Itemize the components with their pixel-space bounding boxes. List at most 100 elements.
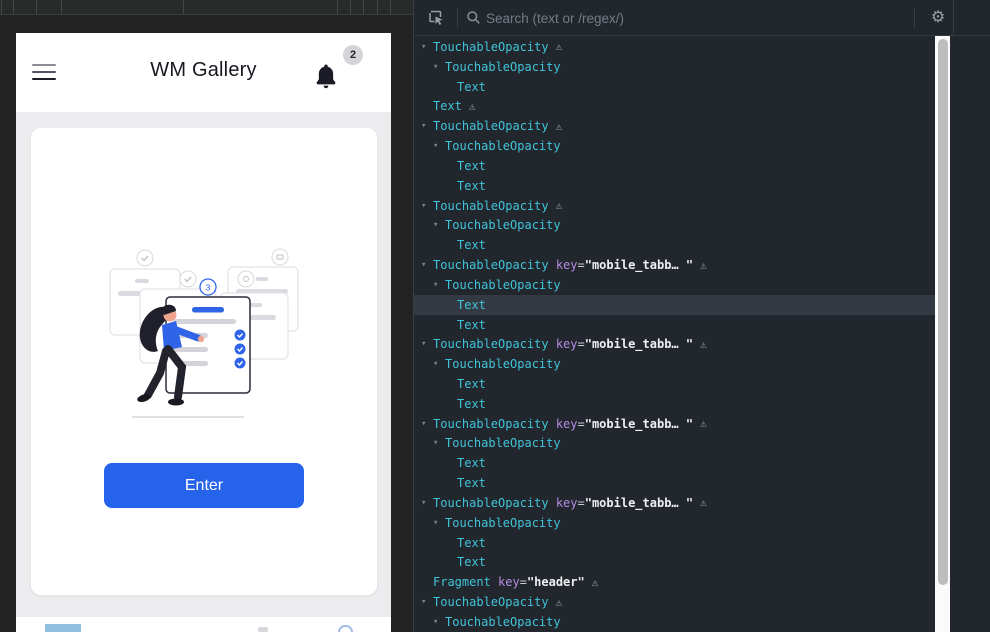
tree-row[interactable]: ▾TouchableOpacity bbox=[414, 215, 935, 235]
element-name: Text bbox=[457, 318, 486, 332]
element-name: TouchableOpacity bbox=[445, 139, 561, 153]
equals-sign: = bbox=[578, 258, 585, 272]
key-attribute-name: key bbox=[549, 337, 578, 351]
search-input[interactable] bbox=[486, 5, 906, 31]
tab-divider bbox=[183, 0, 184, 14]
expand-arrow-icon[interactable]: ▾ bbox=[433, 62, 445, 72]
login-card: 3 bbox=[31, 128, 377, 595]
expand-arrow-icon[interactable]: ▾ bbox=[421, 260, 433, 270]
expand-arrow-icon[interactable]: ▾ bbox=[433, 359, 445, 369]
key-attribute-value: "header" bbox=[527, 575, 585, 589]
tree-row[interactable]: ▾TouchableOpacity key="mobile_tabb… "⚠ bbox=[414, 255, 935, 275]
app-preview: WM Gallery 2 bbox=[16, 33, 391, 632]
tree-row[interactable]: ▾TouchableOpacity key="mobile_tabb… "⚠ bbox=[414, 493, 935, 513]
equals-sign: = bbox=[578, 496, 585, 510]
warning-icon: ⚠ bbox=[592, 576, 599, 589]
tree-row[interactable]: Text bbox=[414, 176, 935, 196]
tab-divider bbox=[36, 0, 37, 14]
tree-row[interactable]: Text bbox=[414, 156, 935, 176]
toolbar-divider bbox=[457, 8, 458, 28]
expand-arrow-icon[interactable]: ▾ bbox=[421, 419, 433, 429]
tree-row[interactable]: ▾TouchableOpacity bbox=[414, 513, 935, 533]
tab-divider bbox=[61, 0, 62, 14]
expand-arrow-icon[interactable]: ▾ bbox=[433, 617, 445, 627]
expand-arrow-icon[interactable]: ▾ bbox=[433, 518, 445, 528]
element-name: TouchableOpacity bbox=[433, 337, 549, 351]
tree-row[interactable]: Text bbox=[414, 315, 935, 335]
svg-text:3: 3 bbox=[206, 282, 211, 292]
element-name: TouchableOpacity bbox=[445, 357, 561, 371]
tree-row[interactable]: ▾TouchableOpacity bbox=[414, 434, 935, 454]
expand-arrow-icon[interactable]: ▾ bbox=[433, 141, 445, 151]
element-name: Text bbox=[457, 476, 486, 490]
element-name: TouchableOpacity bbox=[445, 615, 561, 629]
warning-icon: ⚠ bbox=[700, 496, 707, 509]
element-name: Text bbox=[433, 99, 462, 113]
element-name: TouchableOpacity bbox=[433, 199, 549, 213]
app-header: WM Gallery 2 bbox=[16, 33, 391, 112]
expand-arrow-icon[interactable]: ▾ bbox=[421, 339, 433, 349]
element-name: TouchableOpacity bbox=[445, 60, 561, 74]
equals-sign: = bbox=[578, 417, 585, 431]
key-attribute-name: key bbox=[491, 575, 520, 589]
element-name: Text bbox=[457, 536, 486, 550]
tree-row[interactable]: ▾TouchableOpacity bbox=[414, 136, 935, 156]
expand-arrow-icon[interactable]: ▾ bbox=[421, 498, 433, 508]
element-name: TouchableOpacity bbox=[445, 516, 561, 530]
tree-row[interactable]: ▾TouchableOpacity⚠ bbox=[414, 37, 935, 57]
tree-row[interactable]: Fragment key="header"⚠ bbox=[414, 572, 935, 592]
tree-row[interactable]: ▾TouchableOpacity bbox=[414, 275, 935, 295]
scrollbar-track[interactable] bbox=[935, 36, 950, 632]
tree-row[interactable]: ▾TouchableOpacity key="mobile_tabb… " ⚠ bbox=[414, 414, 935, 434]
expand-arrow-icon[interactable]: ▾ bbox=[433, 438, 445, 448]
expand-arrow-icon[interactable]: ▾ bbox=[433, 220, 445, 230]
enter-button[interactable]: Enter bbox=[104, 463, 304, 508]
bottom-list-item-partial bbox=[16, 617, 391, 632]
warning-icon: ⚠ bbox=[700, 417, 707, 430]
host-tab-strip bbox=[0, 0, 413, 15]
tree-row[interactable]: Text bbox=[414, 235, 935, 255]
tree-row[interactable]: Text⚠ bbox=[414, 96, 935, 116]
tree-row[interactable]: Text bbox=[414, 453, 935, 473]
scrollbar-thumb[interactable] bbox=[938, 39, 948, 585]
tree-row[interactable]: Text bbox=[414, 473, 935, 493]
tree-row[interactable]: Text bbox=[414, 533, 935, 553]
tab-divider bbox=[1, 0, 2, 14]
inspect-element-button[interactable] bbox=[424, 7, 448, 29]
tree-row[interactable]: Text bbox=[414, 295, 935, 315]
tree-row[interactable]: ▾TouchableOpacity⚠ bbox=[414, 116, 935, 136]
tab-divider bbox=[350, 0, 351, 14]
tab-divider bbox=[363, 0, 364, 14]
key-attribute-value: "mobile_tabb… " bbox=[585, 417, 693, 431]
tree-row[interactable]: ▾TouchableOpacity⚠ bbox=[414, 196, 935, 216]
tab-divider bbox=[13, 0, 14, 14]
tree-row[interactable]: Text bbox=[414, 394, 935, 414]
expand-arrow-icon[interactable]: ▾ bbox=[421, 201, 433, 211]
tree-row[interactable]: Text bbox=[414, 553, 935, 573]
tree-row[interactable]: Text bbox=[414, 374, 935, 394]
element-name: TouchableOpacity bbox=[445, 218, 561, 232]
notification-badge: 2 bbox=[343, 45, 363, 65]
gear-icon[interactable]: ⚙ bbox=[924, 4, 952, 32]
expand-arrow-icon[interactable]: ▾ bbox=[421, 597, 433, 607]
checklist-illustration: 3 bbox=[104, 245, 304, 435]
tree-row[interactable]: ▾TouchableOpacity bbox=[414, 354, 935, 374]
tree-row[interactable]: Text bbox=[414, 77, 935, 97]
key-attribute-value: "mobile_tabb… " bbox=[585, 337, 693, 351]
expand-arrow-icon[interactable]: ▾ bbox=[433, 280, 445, 290]
expand-arrow-icon[interactable]: ▾ bbox=[421, 121, 433, 131]
element-name: Text bbox=[457, 179, 486, 193]
notification-bell-button[interactable]: 2 bbox=[307, 45, 363, 101]
element-name: Text bbox=[457, 298, 486, 312]
tree-row[interactable]: ▾TouchableOpacity bbox=[414, 612, 935, 632]
element-name: TouchableOpacity bbox=[433, 417, 549, 431]
tree-row[interactable]: ▾TouchableOpacity bbox=[414, 57, 935, 77]
element-name: Text bbox=[457, 377, 486, 391]
tree-row[interactable]: ▾TouchableOpacity⚠ bbox=[414, 592, 935, 612]
key-attribute-name: key bbox=[549, 417, 578, 431]
expand-arrow-icon[interactable]: ▾ bbox=[421, 42, 433, 52]
tree-row[interactable]: ▾TouchableOpacity key="mobile_tabb… "⚠ bbox=[414, 334, 935, 354]
warning-icon: ⚠ bbox=[700, 259, 707, 272]
element-name: TouchableOpacity bbox=[433, 119, 549, 133]
key-attribute-value: "mobile_tabb… " bbox=[585, 496, 693, 510]
